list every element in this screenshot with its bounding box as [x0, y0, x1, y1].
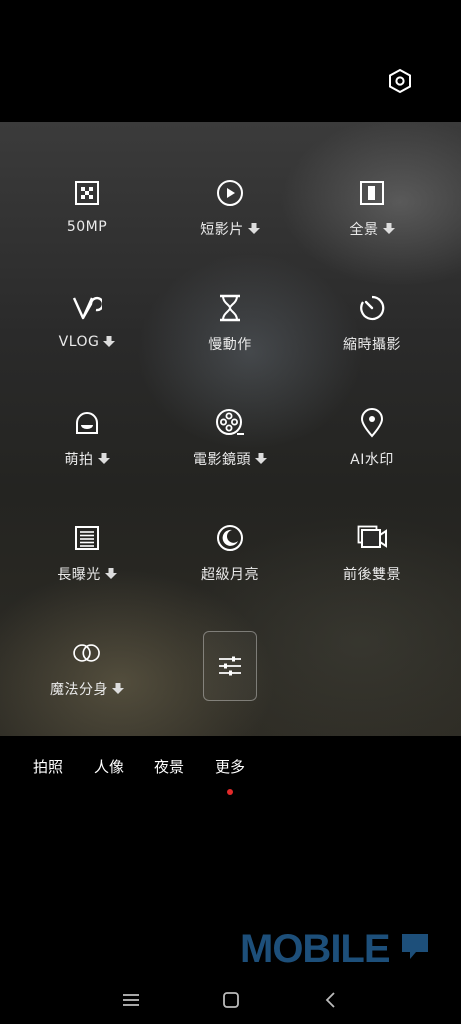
mode-label: 電影鏡頭	[193, 452, 251, 468]
mode-tab-photo[interactable]: 拍照	[33, 756, 63, 777]
mode-label: 慢動作	[208, 337, 252, 353]
mode-tab-night[interactable]: 夜景	[154, 756, 184, 777]
watermark-logo: MOBILE	[240, 927, 391, 971]
top-bar	[0, 0, 461, 122]
location-pin-icon	[357, 408, 387, 438]
mode-tile-slow-motion[interactable]: 慢動作	[170, 293, 290, 383]
moon-icon	[215, 523, 245, 553]
mode-label: 短影片	[200, 222, 244, 238]
menu-icon	[123, 994, 139, 1006]
mode-tile-panorama[interactable]: 全景	[312, 178, 432, 268]
home-button[interactable]	[219, 988, 243, 1012]
edit-modes-button[interactable]	[203, 631, 257, 701]
mode-label: 50MP	[66, 219, 108, 235]
mode-label: 縮時攝影	[343, 337, 401, 353]
download-icon	[255, 453, 267, 465]
download-icon	[97, 453, 110, 465]
settings-button[interactable]	[386, 67, 414, 95]
system-nav-bar	[0, 980, 461, 1020]
mode-tile-long-exposure[interactable]: 長曝光	[27, 523, 147, 613]
mode-label: AI水印	[350, 452, 394, 468]
mode-tile-cute-shot[interactable]: 萌拍	[27, 408, 147, 498]
settings-icon	[389, 68, 411, 94]
mode-label: VLOG	[58, 334, 100, 350]
clone-icon	[72, 638, 102, 668]
film-reel-icon	[215, 408, 245, 438]
download-icon	[112, 683, 124, 695]
back-button[interactable]	[318, 988, 342, 1012]
hourglass-icon	[215, 293, 245, 323]
mode-tile-super-moon[interactable]: 超級月亮	[170, 523, 290, 613]
mode-label: 魔法分身	[50, 682, 108, 698]
mode-label: 長曝光	[57, 567, 101, 583]
mode-tile-dual-view[interactable]: 前後雙景	[312, 523, 432, 613]
panorama-icon	[357, 178, 387, 208]
cute-face-icon	[72, 408, 102, 438]
timer-icon	[357, 293, 387, 323]
speech-bubble-icon	[402, 934, 428, 959]
mode-tile-timelapse[interactable]: 縮時攝影	[312, 293, 432, 383]
recents-button[interactable]	[119, 988, 143, 1012]
dual-view-icon	[357, 523, 387, 553]
mode-label: 萌拍	[64, 452, 94, 468]
mode-label: 前後雙景	[343, 567, 401, 583]
long-exposure-icon	[72, 523, 102, 553]
home-square-icon	[223, 992, 239, 1008]
grid-dots-icon	[72, 178, 102, 208]
mode-tab-portrait[interactable]: 人像	[94, 756, 124, 777]
mode-tab-more[interactable]: 更多	[215, 756, 245, 777]
play-circle-icon	[215, 178, 245, 208]
mode-tile-clone[interactable]: 魔法分身	[27, 638, 147, 728]
mode-tile-ai-watermark[interactable]: AI水印	[312, 408, 432, 498]
download-icon	[247, 223, 260, 235]
active-mode-indicator	[227, 789, 233, 795]
back-chevron-icon	[325, 992, 335, 1008]
sliders-icon	[219, 656, 241, 676]
mode-tile-vlog[interactable]: VLOG	[27, 293, 147, 383]
download-icon	[104, 568, 117, 580]
mode-tile-50mp[interactable]: 50MP	[27, 178, 147, 268]
mode-tile-short-video[interactable]: 短影片	[170, 178, 290, 268]
mode-label: 全景	[349, 222, 379, 238]
download-icon	[103, 336, 116, 348]
mode-tile-cinematic[interactable]: 電影鏡頭	[170, 408, 290, 498]
download-icon	[382, 223, 395, 235]
mode-label: 超級月亮	[201, 567, 259, 583]
vlog-icon	[72, 293, 102, 323]
